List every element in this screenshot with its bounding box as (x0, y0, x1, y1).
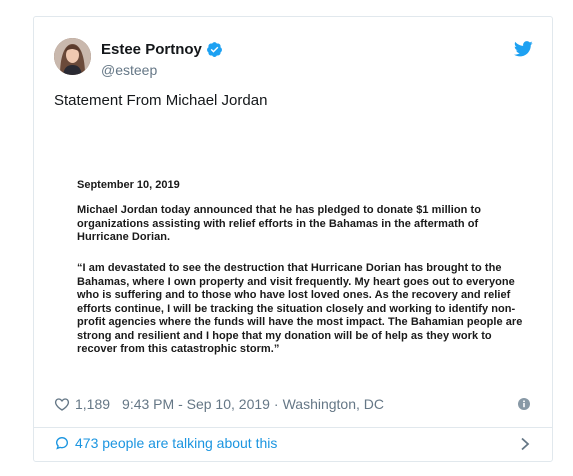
tweet-meta: 1,189 9:43 PM - Sep 10, 2019 · Washingto… (54, 396, 384, 412)
statement-date: September 10, 2019 (77, 179, 180, 191)
like-count[interactable]: 1,189 (75, 396, 110, 412)
conversation-count-text[interactable]: 473 people are talking about this (75, 435, 277, 451)
info-icon[interactable] (518, 398, 530, 410)
meta-separator: · (273, 396, 279, 412)
speech-bubble-icon (55, 436, 69, 450)
author-handle[interactable]: @esteep (101, 62, 157, 78)
verified-badge-icon (206, 42, 222, 57)
author-name[interactable]: Estee Portnoy (101, 41, 202, 58)
timestamp[interactable]: 9:43 PM - Sep 10, 2019 (122, 396, 270, 412)
heart-icon[interactable] (54, 396, 70, 412)
statement-paragraph-2: “I am devastated to see the destruction … (77, 262, 523, 355)
statement-image[interactable]: September 10, 2019 Michael Jordan today … (54, 127, 534, 383)
avatar[interactable] (54, 38, 91, 75)
chevron-right-icon[interactable] (520, 437, 530, 451)
conversation-link[interactable]: 473 people are talking about this (54, 435, 277, 451)
footer-divider (34, 427, 552, 428)
location[interactable]: Washington, DC (283, 396, 384, 412)
statement-paragraph-1: Michael Jordan today announced that he h… (77, 204, 482, 243)
author-name-row[interactable]: Estee Portnoy (101, 41, 223, 58)
tweet-card: Estee Portnoy @esteep Statement From Mic… (33, 16, 553, 462)
tweet-text: Statement From Michael Jordan (54, 92, 268, 109)
twitter-bird-icon[interactable] (514, 41, 533, 57)
